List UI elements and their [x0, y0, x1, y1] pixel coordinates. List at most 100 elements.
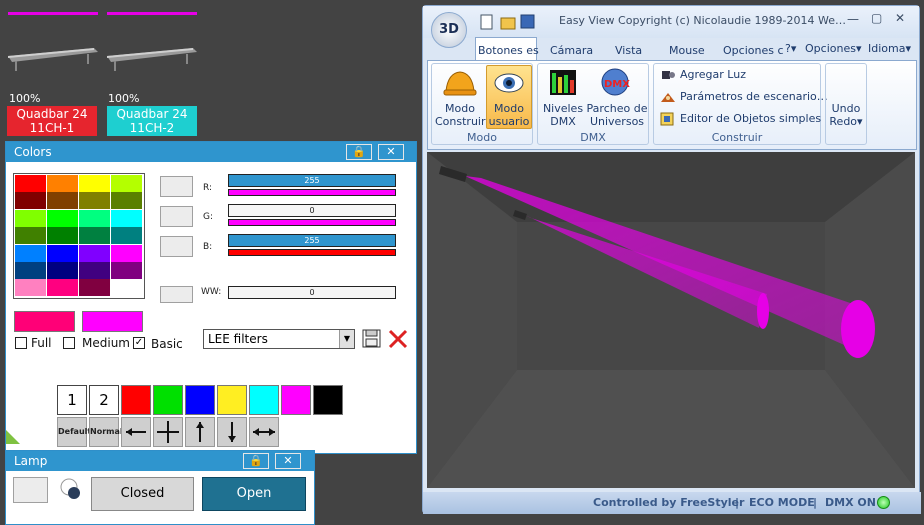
close-icon[interactable]: ✕ [378, 144, 404, 160]
color-grid-cell[interactable] [15, 244, 46, 262]
quick-access-icons[interactable] [479, 13, 539, 31]
palette-swatch[interactable] [249, 385, 279, 415]
color-grid-cell[interactable] [79, 279, 110, 297]
fixture-2-icon[interactable] [105, 44, 199, 74]
color-grid-cell[interactable] [15, 227, 46, 245]
green-swatch-button[interactable] [160, 206, 193, 227]
color-grid-cell[interactable] [15, 279, 46, 297]
palette-swatch[interactable] [313, 385, 343, 415]
color-grid-cell[interactable] [47, 262, 78, 279]
color-grid-cell[interactable] [47, 175, 78, 192]
idioma-menu[interactable]: Idioma▾ [868, 42, 911, 55]
opciones-menu[interactable]: Opciones▾ [805, 42, 861, 55]
status-dmx[interactable]: DMX ON [825, 496, 876, 509]
color-grid-cell[interactable] [47, 244, 78, 262]
full-checkbox[interactable] [15, 337, 27, 349]
palette-swatch[interactable] [153, 385, 183, 415]
fixture-1-mode: 11CH-1 [29, 121, 75, 135]
tab-opciones[interactable]: Opciones c [723, 44, 784, 57]
maximize-icon[interactable]: ▢ [871, 11, 882, 25]
palette-swatch[interactable] [185, 385, 215, 415]
save-icon[interactable] [362, 329, 381, 348]
color-grid-cell[interactable] [15, 209, 46, 227]
preset-1-button[interactable]: 1 [57, 385, 87, 415]
tab-vista[interactable]: Vista [615, 44, 642, 57]
editor-objetos-button[interactable]: Editor de Objetos simples [680, 112, 821, 125]
color-grid-cell[interactable] [111, 262, 142, 279]
color-grid-cell[interactable] [15, 262, 46, 279]
preset-2-button[interactable]: 2 [89, 385, 119, 415]
arrow-up-icon[interactable] [185, 417, 215, 447]
color-grid-cell[interactable] [79, 175, 110, 192]
tab-botones[interactable]: Botones es [478, 44, 539, 57]
fixture-1-icon[interactable] [6, 44, 100, 74]
palette-swatch[interactable] [217, 385, 247, 415]
current-color-b[interactable] [82, 311, 143, 332]
agregar-luz-button[interactable]: Agregar Luz [680, 68, 746, 81]
fixture-1-label[interactable]: Quadbar 24 11CH-1 [7, 106, 97, 136]
help-menu[interactable]: ?▾ [785, 42, 796, 55]
color-grid-cell[interactable] [111, 192, 142, 210]
blue-swatch-button[interactable] [160, 236, 193, 257]
undo-redo-button[interactable]: Undo Redo▾ [825, 102, 867, 128]
palette-swatch[interactable] [281, 385, 311, 415]
color-grid-cell[interactable] [79, 209, 110, 227]
delete-icon[interactable] [387, 328, 409, 350]
default-button[interactable]: Default [57, 417, 91, 447]
red-swatch-button[interactable] [160, 176, 193, 197]
chevron-down-icon[interactable]: ▼ [339, 330, 354, 348]
color-grid-cell[interactable] [111, 209, 142, 227]
modo-usuario-button[interactable]: Modo usuario [485, 102, 533, 128]
close-window-icon[interactable]: ✕ [895, 11, 905, 25]
color-grid-cell[interactable] [79, 244, 110, 262]
ww-slider[interactable]: 0 [228, 286, 396, 299]
color-grid-cell[interactable] [47, 279, 78, 297]
medium-checkbox[interactable] [63, 337, 75, 349]
color-grid-cell[interactable] [47, 192, 78, 210]
lamp-closed-button[interactable]: Closed [91, 477, 194, 511]
arrow-down-icon[interactable] [217, 417, 247, 447]
lamp-lock-icon[interactable]: 🔒 [243, 453, 269, 469]
color-grid-cell[interactable] [15, 175, 46, 192]
red-slider[interactable]: 255 [228, 174, 396, 187]
color-grid-cell[interactable] [79, 227, 110, 245]
palette-swatch[interactable] [121, 385, 151, 415]
arrow-left-icon[interactable] [121, 417, 151, 447]
ww-swatch-button[interactable] [160, 286, 193, 303]
niveles-dmx-button[interactable]: Niveles DMX [539, 102, 587, 128]
green-slider[interactable]: 0 [228, 204, 396, 217]
parcheo-universos-button[interactable]: Parcheo de Universos [585, 102, 649, 128]
arrow-horizontal-icon[interactable] [249, 417, 279, 447]
lamp-swatch-button[interactable] [13, 477, 48, 503]
tab-camara[interactable]: Cámara [550, 44, 593, 57]
color-grid-cell[interactable] [111, 175, 142, 192]
lock-icon[interactable]: 🔒 [346, 144, 372, 160]
color-grid-cell[interactable] [111, 227, 142, 245]
parametros-escenario-button[interactable]: Parámetros de escenario… [680, 90, 828, 103]
status-eco[interactable]: ECO MODE [749, 496, 815, 509]
tab-mouse[interactable]: Mouse [669, 44, 705, 57]
app-logo[interactable]: 3D [431, 12, 467, 48]
modo-construir-button[interactable]: Modo Construir [435, 102, 486, 128]
niveles-dmx-line2: DMX [550, 115, 576, 128]
basic-checkbox[interactable]: ✓ [133, 337, 145, 349]
filter-select[interactable]: LEE filters ▼ [203, 329, 355, 349]
lamp-open-button[interactable]: Open [202, 477, 306, 511]
blue-slider[interactable]: 255 [228, 234, 396, 247]
current-color-a[interactable] [14, 311, 75, 332]
fixture-2-label[interactable]: Quadbar 24 11CH-2 [107, 106, 197, 136]
color-grid-cell[interactable] [79, 192, 110, 210]
color-grid-cell[interactable] [111, 279, 142, 297]
color-grid-cell[interactable] [47, 227, 78, 245]
viewport-3d[interactable] [427, 152, 915, 488]
color-grid-cell[interactable] [111, 244, 142, 262]
lamp-toggle-icon[interactable] [56, 475, 86, 503]
color-grid-cell[interactable] [15, 192, 46, 210]
cross-icon[interactable] [153, 417, 183, 447]
color-grid-cell[interactable] [79, 262, 110, 279]
resize-grip-icon[interactable] [6, 430, 20, 444]
minimize-icon[interactable]: — [847, 12, 859, 26]
color-grid-cell[interactable] [47, 209, 78, 227]
normal-button[interactable]: Normal [89, 417, 123, 447]
lamp-close-icon[interactable]: ✕ [275, 453, 301, 469]
